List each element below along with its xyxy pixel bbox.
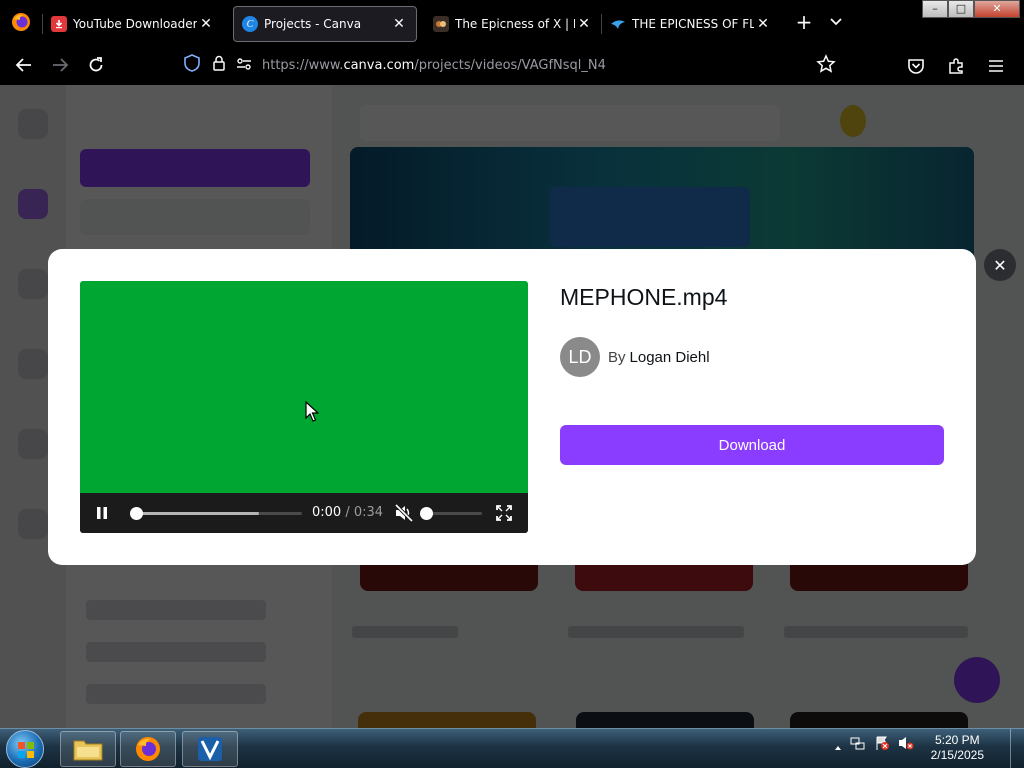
file-explorer-icon[interactable] — [60, 731, 116, 767]
pocket-icon[interactable] — [898, 48, 934, 84]
duration: 0:34 — [353, 505, 384, 520]
author-row: LD By Logan Diehl — [560, 337, 710, 377]
by-label: By — [608, 348, 626, 366]
url-text[interactable]: https://www.canva.com/projects/videos/VA… — [262, 58, 606, 73]
seek-buffer — [136, 512, 259, 515]
network-icon[interactable] — [850, 735, 866, 755]
window-controls: – □ ✕ — [922, 0, 1020, 18]
seek-handle[interactable] — [130, 507, 143, 520]
system-clock[interactable]: 5:20 PM 2/15/2025 — [931, 733, 984, 763]
reload-icon[interactable] — [78, 47, 114, 83]
mouse-cursor-icon — [305, 400, 320, 427]
tab-close-icon[interactable]: ✕ — [754, 16, 772, 32]
tab-canva-projects[interactable]: C Projects - Canva ✕ — [233, 6, 417, 42]
time-display: 0:00 / 0:34 — [312, 505, 383, 520]
tab-bar: YouTube Downloader - | ✕ C Projects - Ca… — [0, 0, 1024, 44]
new-tab-icon[interactable]: + — [788, 10, 820, 34]
tab-title: The Epicness of X | Logo — [455, 17, 575, 31]
toolbar-right — [898, 48, 1014, 84]
minimize-icon[interactable]: – — [922, 0, 948, 18]
permissions-icon[interactable] — [236, 56, 252, 75]
video-editor-taskbar-icon[interactable] — [182, 731, 238, 767]
video-controls: 0:00 / 0:34 — [80, 493, 528, 533]
bookmark-star-icon[interactable] — [816, 54, 836, 78]
url-prefix: https://www. — [262, 57, 344, 73]
windows-taskbar: 5:20 PM 2/15/2025 — [0, 728, 1024, 768]
file-name: MEPHONE.mp4 — [560, 284, 728, 310]
tab-title: YouTube Downloader - | — [73, 17, 197, 31]
maximize-icon[interactable]: □ — [948, 0, 974, 18]
navigation-toolbar: https://www.canva.com/projects/videos/VA… — [0, 44, 1024, 85]
muted-speaker-icon[interactable] — [394, 503, 414, 523]
author-avatar: LD — [560, 337, 600, 377]
volume-slider[interactable] — [420, 507, 482, 520]
url-host: canva.com — [343, 57, 415, 73]
time-separator: / — [345, 505, 350, 520]
volume-handle[interactable] — [420, 507, 433, 520]
tab-title: Projects - Canva — [264, 17, 362, 31]
window-close-icon[interactable]: ✕ — [974, 0, 1020, 18]
video-player[interactable]: 0:00 / 0:34 — [80, 281, 528, 533]
volume-muted-tray-icon[interactable] — [898, 735, 914, 755]
tab-epicness-of-flippi[interactable]: THE EPICNESS OF FLIPPI ✕ — [602, 6, 780, 42]
action-center-flag-icon[interactable] — [874, 735, 890, 755]
address-bar[interactable]: https://www.canva.com/projects/videos/VA… — [184, 52, 864, 78]
tab-title: THE EPICNESS OF FLIPPI — [632, 17, 754, 31]
show-desktop-button[interactable] — [1010, 729, 1024, 768]
back-arrow-icon[interactable] — [6, 47, 42, 83]
forward-arrow-icon[interactable] — [42, 47, 78, 83]
bird-icon — [610, 16, 626, 32]
clock-date: 2/15/2025 — [930, 748, 984, 762]
author-name: Logan Diehl — [629, 348, 710, 366]
url-path: /projects/videos/VAGfNsql_N4 — [414, 57, 606, 73]
hamburger-menu-icon[interactable] — [978, 48, 1014, 84]
firefox-taskbar-icon[interactable] — [120, 731, 176, 767]
current-time: 0:00 — [312, 505, 342, 520]
extensions-puzzle-icon[interactable] — [938, 48, 974, 84]
clock-time: 5:20 PM — [934, 733, 980, 747]
seek-bar[interactable] — [130, 507, 302, 520]
tab-close-icon[interactable]: ✕ — [575, 16, 593, 32]
start-button[interactable] — [6, 730, 44, 768]
show-hidden-icons-icon[interactable] — [834, 736, 842, 755]
tracking-protection-shield-icon[interactable] — [184, 54, 200, 76]
lock-icon[interactable] — [212, 55, 226, 75]
system-tray — [834, 735, 914, 755]
video-preview-modal: 0:00 / 0:34 MEPHONE.mp4 LD By Logan Dieh… — [48, 249, 976, 565]
tab-close-icon[interactable]: ✕ — [390, 16, 408, 32]
download-button[interactable]: Download — [560, 425, 944, 465]
youtube-downloader-icon — [51, 16, 67, 32]
canva-icon: C — [242, 16, 258, 32]
modal-close-button[interactable]: ✕ — [984, 249, 1016, 281]
pause-icon[interactable] — [94, 505, 110, 521]
fullscreen-icon[interactable] — [496, 505, 512, 521]
list-all-tabs-icon[interactable] — [820, 17, 852, 27]
fandom-icon — [433, 16, 449, 32]
tab-epicness-of-x[interactable]: The Epicness of X | Logo ✕ — [425, 6, 601, 42]
tab-youtube-downloader[interactable]: YouTube Downloader - | ✕ — [43, 6, 223, 42]
firefox-menu-icon[interactable] — [0, 0, 42, 44]
tab-close-icon[interactable]: ✕ — [197, 16, 215, 32]
